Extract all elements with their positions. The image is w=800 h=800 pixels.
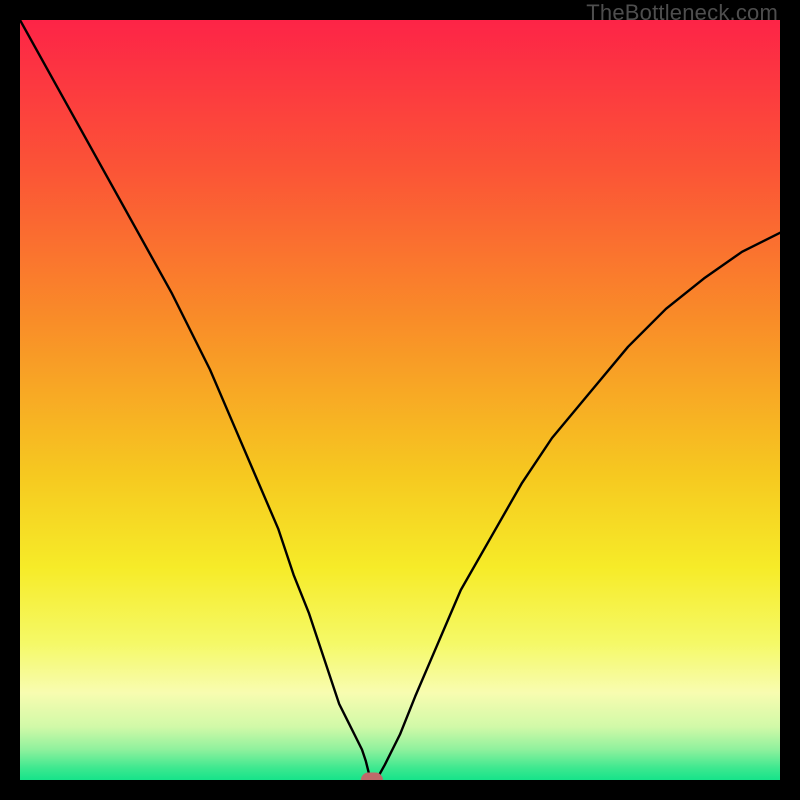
watermark-text: TheBottleneck.com — [586, 0, 778, 26]
chart-frame: TheBottleneck.com — [0, 0, 800, 800]
gradient-background — [20, 20, 780, 780]
bottleneck-chart — [20, 20, 780, 780]
plot-area — [20, 20, 780, 780]
